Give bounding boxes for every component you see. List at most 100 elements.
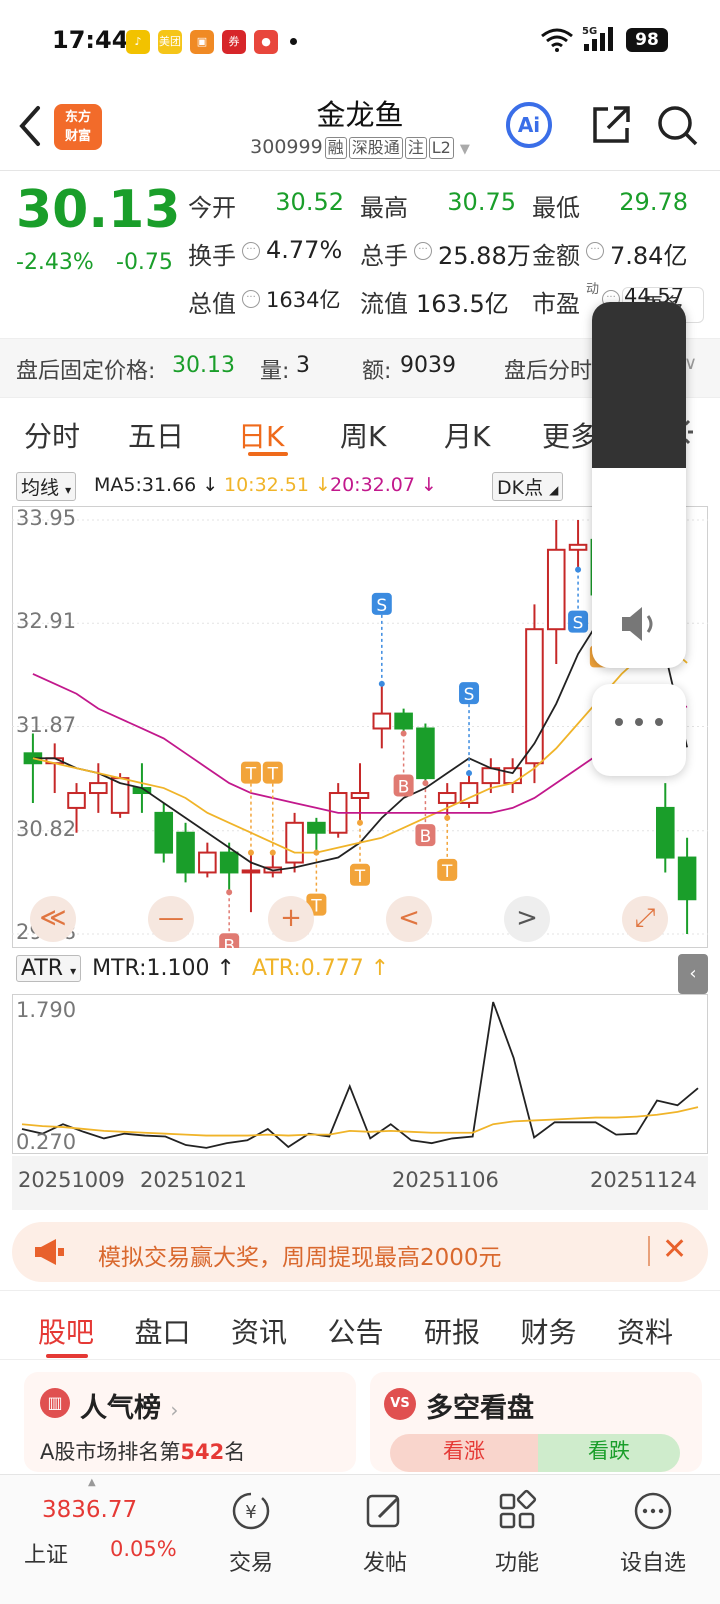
tiktok-icon: ♪ (126, 30, 150, 54)
after-chart-label[interactable]: 盘后分时 (504, 353, 592, 385)
stock-tag: 融 (324, 137, 347, 159)
nav-functions[interactable]: 功能 (462, 1489, 572, 1577)
marker-dot (226, 889, 233, 896)
dk-label: DK点 (497, 477, 544, 499)
ma20-text: 20:32.07 (330, 474, 415, 496)
bar-chart-icon: ▥ (40, 1388, 70, 1418)
nav-trade[interactable]: ¥ 交易 (196, 1489, 306, 1577)
tab-5[interactable]: 更多 (542, 415, 598, 455)
quote-value: 29.78 (619, 188, 688, 216)
candle-body (677, 856, 697, 901)
tab-1[interactable]: 五日 (128, 415, 184, 455)
marker-dot (400, 730, 407, 737)
share-button[interactable] (590, 104, 632, 150)
date-label: 20251021 (140, 1168, 247, 1192)
marker-label: T (267, 765, 279, 785)
section-tab-4[interactable]: 研报 (424, 1311, 480, 1351)
section-tab-1[interactable]: 盘口 (135, 1311, 191, 1351)
battery-level: 98 (635, 30, 659, 50)
header-divider (0, 170, 720, 171)
atr-axis-bottom: 0.270 (16, 1130, 77, 1154)
bear-button[interactable]: 看跌 (538, 1434, 680, 1472)
section-tab-3[interactable]: 公告 (328, 1311, 384, 1351)
marker-label: S (464, 685, 475, 705)
after-price: 30.13 (172, 353, 235, 378)
candle-body (350, 792, 370, 799)
atr-chart (12, 994, 708, 1154)
active-tab-underline (248, 452, 288, 456)
ma-selector[interactable]: 均线 ▾ (16, 472, 77, 501)
atr-axis-top: 1.790 (16, 998, 77, 1022)
current-price: 30.13 (16, 180, 181, 240)
megaphone-icon (32, 1236, 68, 1272)
candle-body (307, 821, 326, 834)
candle-body (503, 767, 522, 785)
quote-label: 金额 (532, 242, 580, 270)
nav-post-label: 发帖 (362, 1551, 407, 1576)
close-icon[interactable]: ✕ (662, 1232, 687, 1267)
nav-watchlist[interactable]: 设自选 (598, 1489, 708, 1577)
info-dots-icon[interactable]: ··· (586, 242, 604, 260)
marker-label: T (354, 867, 366, 887)
info-dots-icon[interactable]: ··· (414, 242, 432, 260)
status-time: 17:44 (52, 26, 129, 54)
record-icon: ● (254, 30, 278, 54)
tab-2[interactable]: 日K (238, 415, 284, 455)
marker-label: T (245, 765, 257, 785)
bull-bear-card[interactable]: VS 多空看盘 看涨 看跌 (370, 1372, 702, 1472)
atr-selector[interactable]: ATR ▾ (16, 955, 82, 982)
info-dots-icon[interactable]: ··· (242, 290, 260, 308)
chevron-down-icon: ▼ (459, 142, 470, 157)
search-button[interactable] (656, 104, 700, 152)
chart-nav-button-3[interactable]: < (386, 896, 432, 942)
bottom-nav: ▲ 3836.77 上证 0.05% ¥ 交易 发帖 功能 设自选 (0, 1474, 720, 1604)
chart-nav-button-2[interactable]: + (268, 896, 314, 942)
tab-3[interactable]: 周K (340, 415, 386, 455)
info-dots-icon[interactable]: ··· (242, 242, 260, 260)
change-amount: -0.75 (116, 250, 173, 275)
app-icon: ▣ (190, 30, 214, 54)
chart-nav-button-4[interactable]: > (504, 896, 550, 942)
tab-4[interactable]: 月K (444, 415, 490, 455)
stock-tag: 注 (404, 137, 427, 159)
collapse-panel-button[interactable]: ‹ (678, 954, 708, 994)
atr-value: ATR:0.777 ↑ (251, 956, 390, 981)
popularity-card[interactable]: ▥ 人气榜 › A股市场排名第542名 (24, 1372, 356, 1472)
candle-body (416, 727, 435, 780)
bull-button[interactable]: 看涨 (390, 1434, 538, 1472)
date-label: 20251124 (590, 1168, 697, 1192)
marker-dot (444, 814, 451, 821)
atr-row: ATR ▾ MTR:1.100 ↑ ATR:0.777 ↑ (16, 955, 390, 982)
marker-label: B (223, 936, 235, 948)
tab-0[interactable]: 分时 (24, 415, 80, 455)
wifi-icon (540, 28, 574, 56)
section-tab-6[interactable]: 资料 (617, 1311, 673, 1351)
marker-label: S (573, 614, 584, 634)
chart-nav-button-0[interactable]: ≪ (30, 896, 76, 942)
volume-slider-panel[interactable] (592, 302, 686, 668)
marker-dot (575, 566, 582, 573)
section-tab-5[interactable]: 财务 (521, 1311, 577, 1351)
candle-body (546, 548, 566, 631)
dk-selector[interactable]: DK点 ◢ (492, 472, 564, 501)
quote-label: 今开 (188, 194, 236, 222)
index-name[interactable]: 上证 (24, 1537, 68, 1569)
quote-value: 1634亿 (266, 288, 341, 312)
chevron-right-icon: › (170, 1398, 179, 1422)
yuan-exchange-icon: ¥ (232, 1492, 270, 1530)
atr-line-mtr (21, 1001, 699, 1149)
volume-more-button[interactable] (592, 684, 686, 776)
section-tab-0[interactable]: 股吧 (38, 1311, 94, 1351)
chart-nav-button-5[interactable]: ⤢ (622, 896, 668, 942)
marker-dot (313, 849, 320, 856)
ai-button[interactable]: Ai (506, 102, 552, 148)
index-value[interactable]: 3836.77 (42, 1497, 137, 1523)
after-price-label: 盘后固定价格: (16, 359, 156, 384)
promo-banner[interactable]: 模拟交易赢大奖，周周提现最高2000元 ✕ (12, 1222, 708, 1282)
banner-text: 模拟交易赢大奖，周周提现最高2000元 (98, 1245, 502, 1271)
signal-icon: 5G (582, 26, 616, 56)
nav-post[interactable]: 发帖 (330, 1489, 440, 1577)
marker-label: B (398, 777, 410, 797)
section-tab-2[interactable]: 资讯 (231, 1311, 287, 1351)
chart-nav-button-1[interactable]: — (148, 896, 194, 942)
